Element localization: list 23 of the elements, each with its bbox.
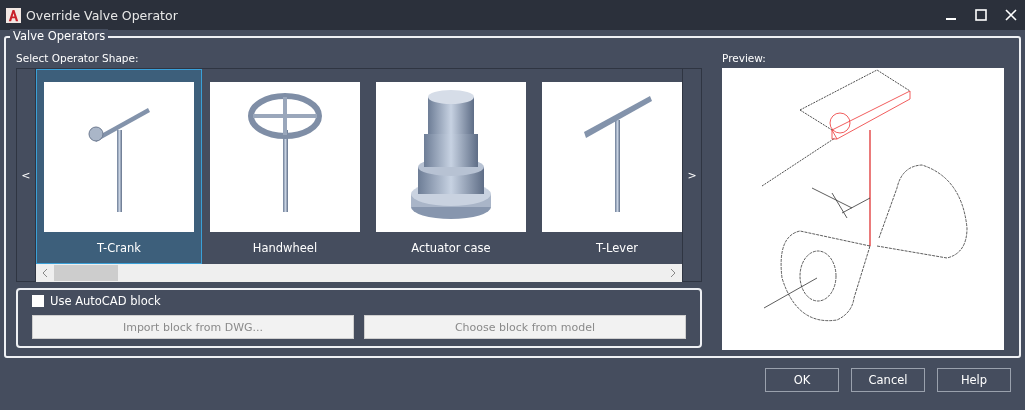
maximize-icon[interactable] <box>975 9 987 21</box>
window-title: Override Valve Operator <box>26 7 178 23</box>
dialog-button[interactable]: Help <box>937 368 1011 392</box>
gallery-label: Select Operator Shape: <box>16 52 140 64</box>
operator-label: T-Lever <box>595 241 638 255</box>
close-icon[interactable] <box>1005 9 1017 21</box>
group-title: Valve Operators <box>10 29 109 43</box>
scroll-right-icon[interactable] <box>670 268 677 278</box>
checkbox[interactable] <box>32 295 44 307</box>
operator-label: T-Crank <box>97 241 141 255</box>
checkbox-label: Use AutoCAD block <box>50 294 161 308</box>
dialog-button[interactable]: OK <box>765 368 839 392</box>
operator-label: Actuator case <box>411 241 491 255</box>
scroll-thumb[interactable] <box>53 265 118 281</box>
scroll-left-icon[interactable] <box>41 268 48 278</box>
operator-item[interactable]: T-Crank <box>35 69 202 264</box>
horizontal-scrollbar[interactable] <box>35 264 683 282</box>
app-logo-icon <box>6 7 21 23</box>
preview-label: Preview: <box>722 52 767 64</box>
scroll-right-button[interactable]: > <box>682 68 702 282</box>
scroll-left-button[interactable]: < <box>16 68 36 282</box>
operator-label: Handwheel <box>252 241 318 255</box>
dialog-button[interactable]: Cancel <box>851 368 925 392</box>
